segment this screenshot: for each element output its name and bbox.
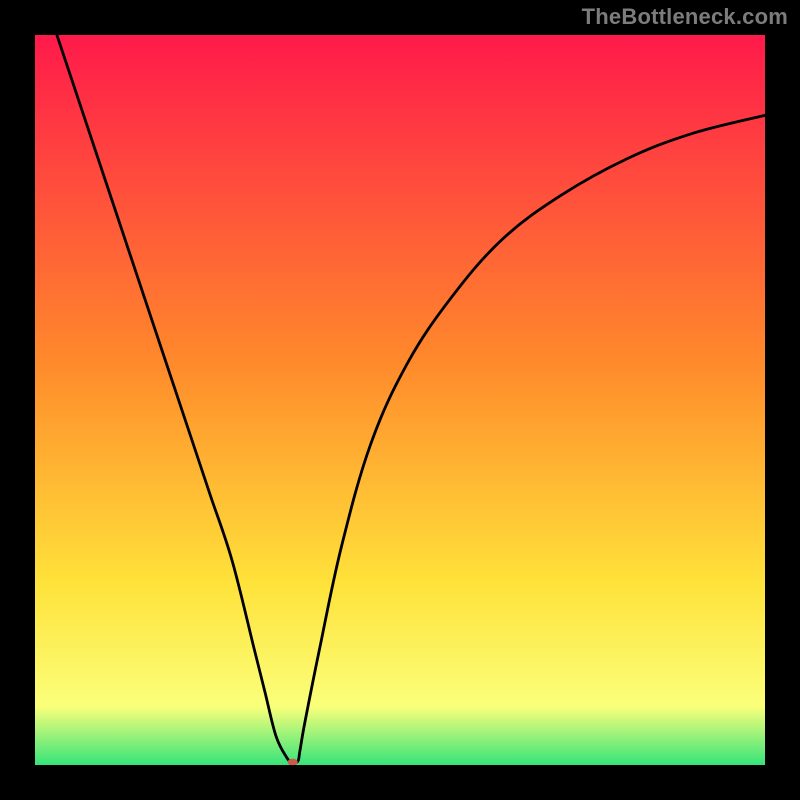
watermark-text: TheBottleneck.com	[582, 4, 788, 30]
plot-area	[35, 35, 765, 765]
bottleneck-chart	[35, 35, 765, 765]
chart-frame: TheBottleneck.com	[0, 0, 800, 800]
gradient-background	[35, 35, 765, 765]
